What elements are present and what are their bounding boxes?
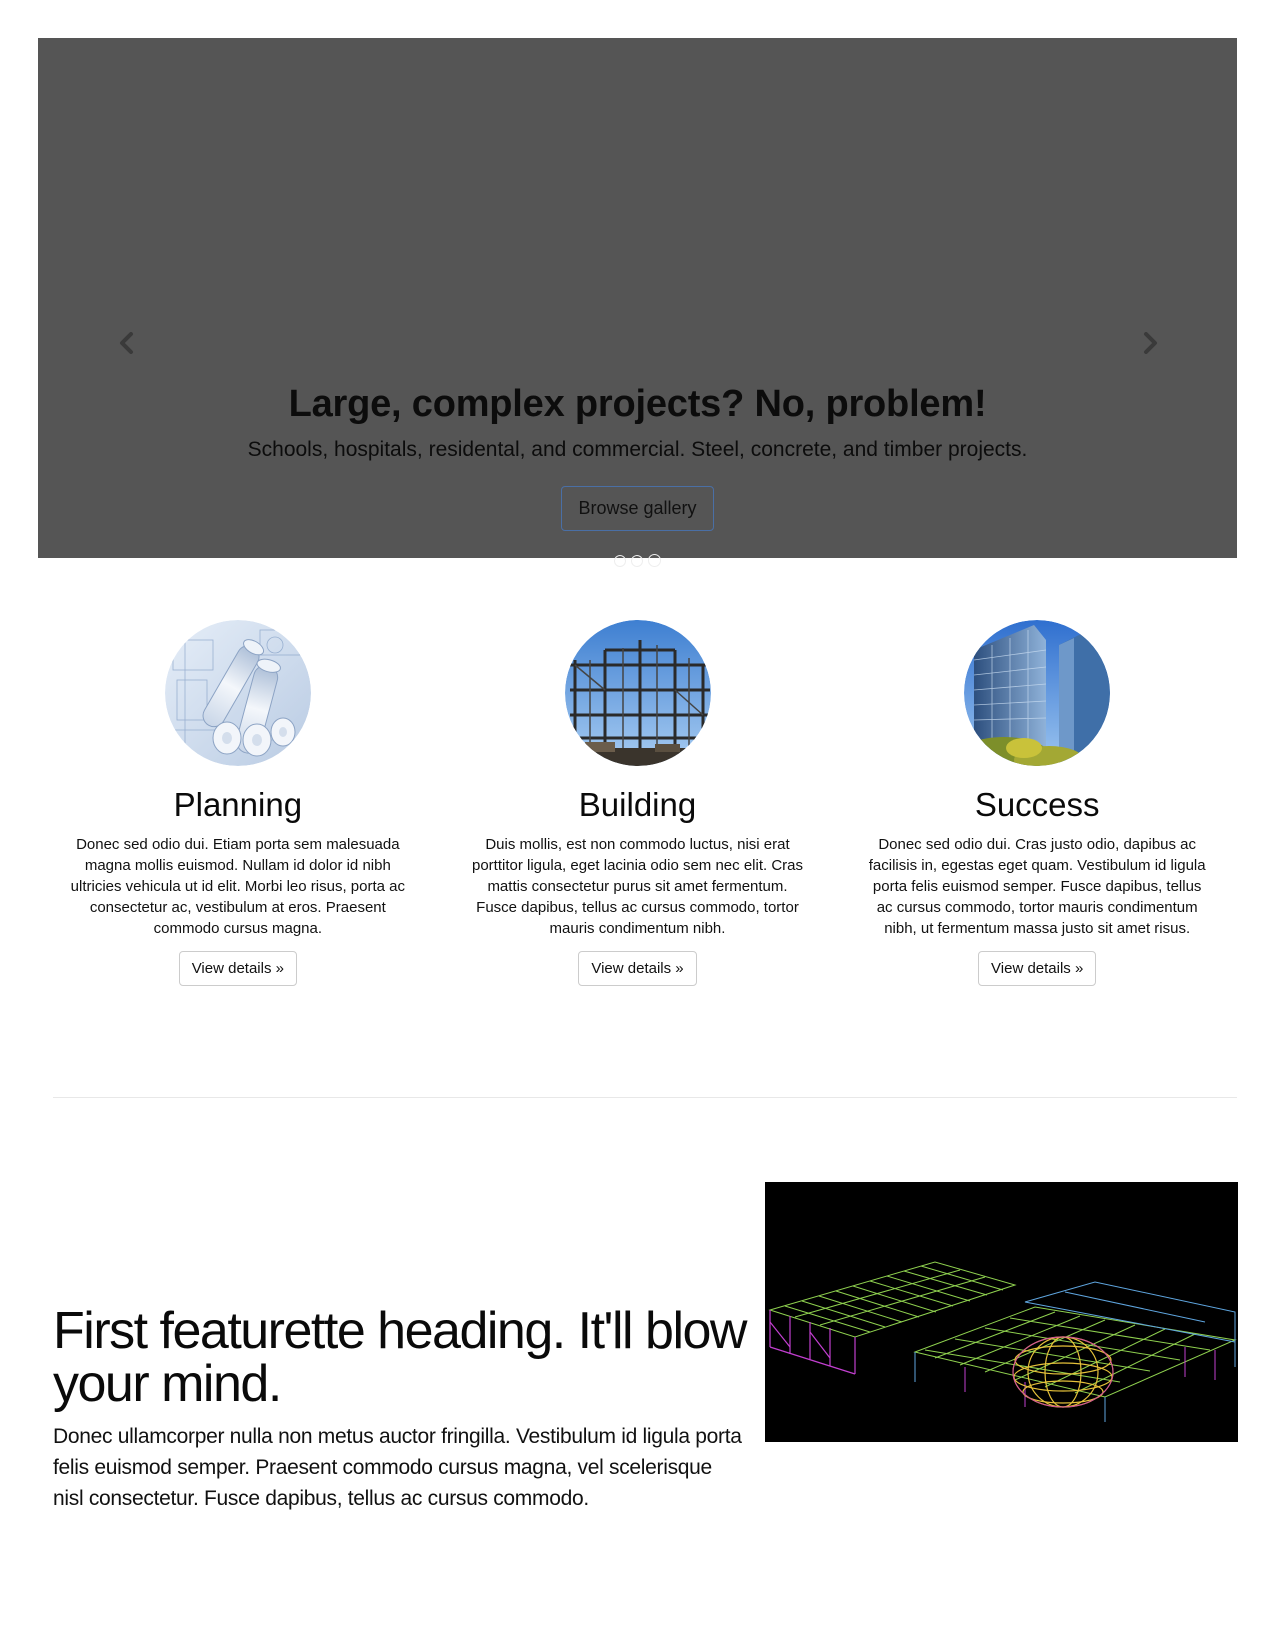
browse-gallery-button[interactable]: Browse gallery [561, 486, 714, 531]
view-details-button[interactable]: View details » [578, 951, 697, 986]
column-text: Donec sed odio dui. Etiam porta sem male… [70, 836, 405, 937]
column-success: Success Donec sed odio dui. Cras justo o… [837, 620, 1237, 986]
carousel-indicators [38, 554, 1237, 567]
view-details-button[interactable]: View details » [978, 951, 1097, 986]
featurette-text: Donec ullamcorper nulla non metus auctor… [53, 1425, 742, 1510]
column-building: Building Duis mollis, est non commodo lu… [438, 620, 838, 986]
marketing-columns: Planning Donec sed odio dui. Etiam porta… [38, 620, 1237, 986]
column-title: Planning [173, 786, 303, 823]
carousel-prev-button[interactable] [112, 328, 142, 358]
carousel-indicator-1[interactable] [614, 555, 626, 567]
column-text: Donec sed odio dui. Cras justo odio, dap… [868, 836, 1206, 937]
column-title: Building [578, 786, 697, 823]
blueprints-image [164, 620, 311, 766]
featurette-divider [53, 1097, 1237, 1098]
featurette-heading: First featurette heading. It'll blow you… [53, 1302, 747, 1413]
steel-frame-image [564, 620, 711, 766]
carousel-heading: Large, complex projects? No, problem! [288, 383, 987, 425]
column-text: Duis mollis, est non commodo luctus, nis… [472, 836, 803, 937]
view-details-button[interactable]: View details » [178, 951, 297, 986]
structural-wireframe-image [765, 1182, 1238, 1442]
carousel-subheading: Schools, hospitals, residental, and comm… [247, 438, 1028, 461]
carousel-indicator-2[interactable] [631, 555, 643, 567]
hero-carousel: Large, complex projects? No, problem! Sc… [38, 38, 1237, 567]
column-title: Success [974, 786, 1100, 823]
column-planning: Planning Donec sed odio dui. Etiam porta… [38, 620, 438, 986]
skyscraper-image [964, 620, 1111, 766]
carousel-indicator-3[interactable] [648, 554, 661, 567]
chevron-right-icon [1144, 332, 1157, 354]
carousel-next-button[interactable] [1135, 328, 1165, 358]
chevron-left-icon [120, 332, 133, 354]
carousel-caption: Large, complex projects? No, problem! Sc… [38, 383, 1237, 531]
